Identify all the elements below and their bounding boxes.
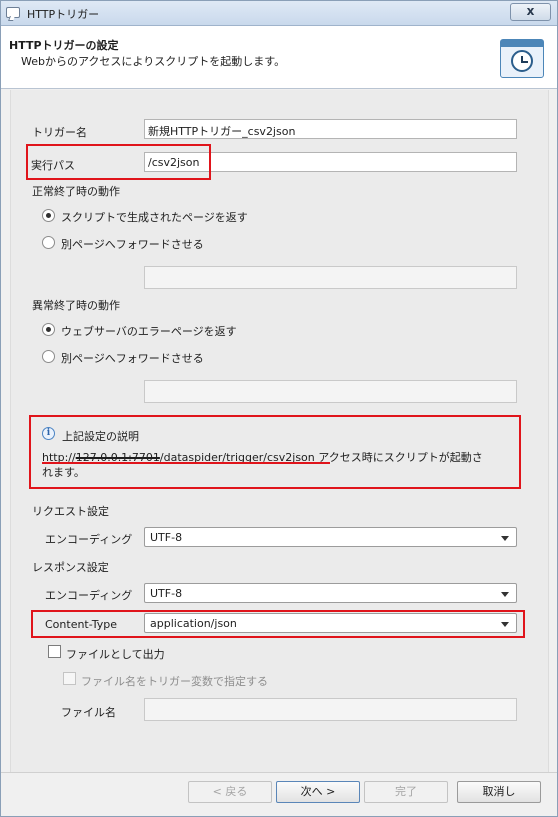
url-underline-mark xyxy=(42,462,330,464)
response-encoding-label: エンコーディング xyxy=(45,589,133,602)
error-section-label: 異常終了時の動作 xyxy=(32,299,120,312)
success-option-page-label: スクリプトで生成されたページを返す xyxy=(61,211,248,224)
request-encoding-label: エンコーディング xyxy=(45,533,133,546)
chevron-down-icon xyxy=(501,536,509,541)
trigger-name-label: トリガー名 xyxy=(32,126,87,139)
dialog-window: HTTPトリガー x HTTPトリガーの設定 Webからのアクセスによりスクリプ… xyxy=(0,0,558,817)
success-option-forward-radio[interactable] xyxy=(42,236,55,249)
success-forward-input[interactable] xyxy=(144,266,517,289)
success-option-forward-label: 別ページへフォワードさせる xyxy=(61,238,204,251)
chevron-down-icon xyxy=(501,592,509,597)
content-type-select[interactable]: application/json xyxy=(144,613,517,633)
title-bar: HTTPトリガー x xyxy=(1,1,557,26)
wizard-header: HTTPトリガーの設定 Webからのアクセスによりスクリプトを起動します。 xyxy=(1,26,557,89)
info-icon: i xyxy=(42,427,55,440)
error-option-forward-label: 別ページへフォワードさせる xyxy=(61,352,204,365)
success-section-label: 正常終了時の動作 xyxy=(32,185,120,198)
description-title: 上記設定の説明 xyxy=(62,430,139,443)
response-encoding-value: UTF-8 xyxy=(150,587,183,600)
response-encoding-select[interactable]: UTF-8 xyxy=(144,583,517,603)
output-as-file-label: ファイルとして出力 xyxy=(66,648,165,661)
trigger-name-input[interactable]: 新規HTTPトリガー_csv2json xyxy=(144,119,517,139)
cancel-button[interactable]: 取消し xyxy=(457,781,541,803)
exec-path-input[interactable]: /csv2json xyxy=(144,152,517,172)
description-text-end: れます。 xyxy=(42,466,85,479)
description-text: アクセス時にスクリプトが起動さ xyxy=(314,451,483,464)
request-encoding-select[interactable]: UTF-8 xyxy=(144,527,517,547)
output-as-file-checkbox[interactable] xyxy=(48,645,61,658)
request-encoding-value: UTF-8 xyxy=(150,531,183,544)
speech-bubble-icon xyxy=(6,7,20,18)
exec-path-label: 実行パス xyxy=(31,159,75,172)
finish-button[interactable]: 完了 xyxy=(364,781,448,803)
window-title: HTTPトリガー xyxy=(27,8,100,21)
filename-by-var-label: ファイル名をトリガー変数で指定する xyxy=(81,675,268,688)
filename-input[interactable] xyxy=(144,698,517,721)
settings-panel: トリガー名 新規HTTPトリガー_csv2json 実行パス /csv2json… xyxy=(10,90,549,772)
error-option-page-label: ウェブサーバのエラーページを返す xyxy=(61,325,237,338)
clock-icon xyxy=(500,39,544,78)
close-button[interactable]: x xyxy=(510,3,551,21)
content-type-value: application/json xyxy=(150,617,237,630)
filename-label: ファイル名 xyxy=(61,706,116,719)
request-section-label: リクエスト設定 xyxy=(32,505,109,518)
next-button[interactable]: 次へ > xyxy=(276,781,360,803)
header-subtitle: Webからのアクセスによりスクリプトを起動します。 xyxy=(21,55,286,68)
button-bar: < 戻る 次へ > 完了 取消し xyxy=(1,772,557,816)
back-button[interactable]: < 戻る xyxy=(188,781,272,803)
chevron-down-icon xyxy=(501,622,509,627)
filename-by-var-checkbox[interactable] xyxy=(63,672,76,685)
success-option-page-radio[interactable] xyxy=(42,209,55,222)
error-option-page-radio[interactable] xyxy=(42,323,55,336)
error-option-forward-radio[interactable] xyxy=(42,350,55,363)
content-type-label: Content-Type xyxy=(45,618,117,631)
header-title: HTTPトリガーの設定 xyxy=(9,39,119,52)
response-section-label: レスポンス設定 xyxy=(32,561,109,574)
error-forward-input[interactable] xyxy=(144,380,517,403)
